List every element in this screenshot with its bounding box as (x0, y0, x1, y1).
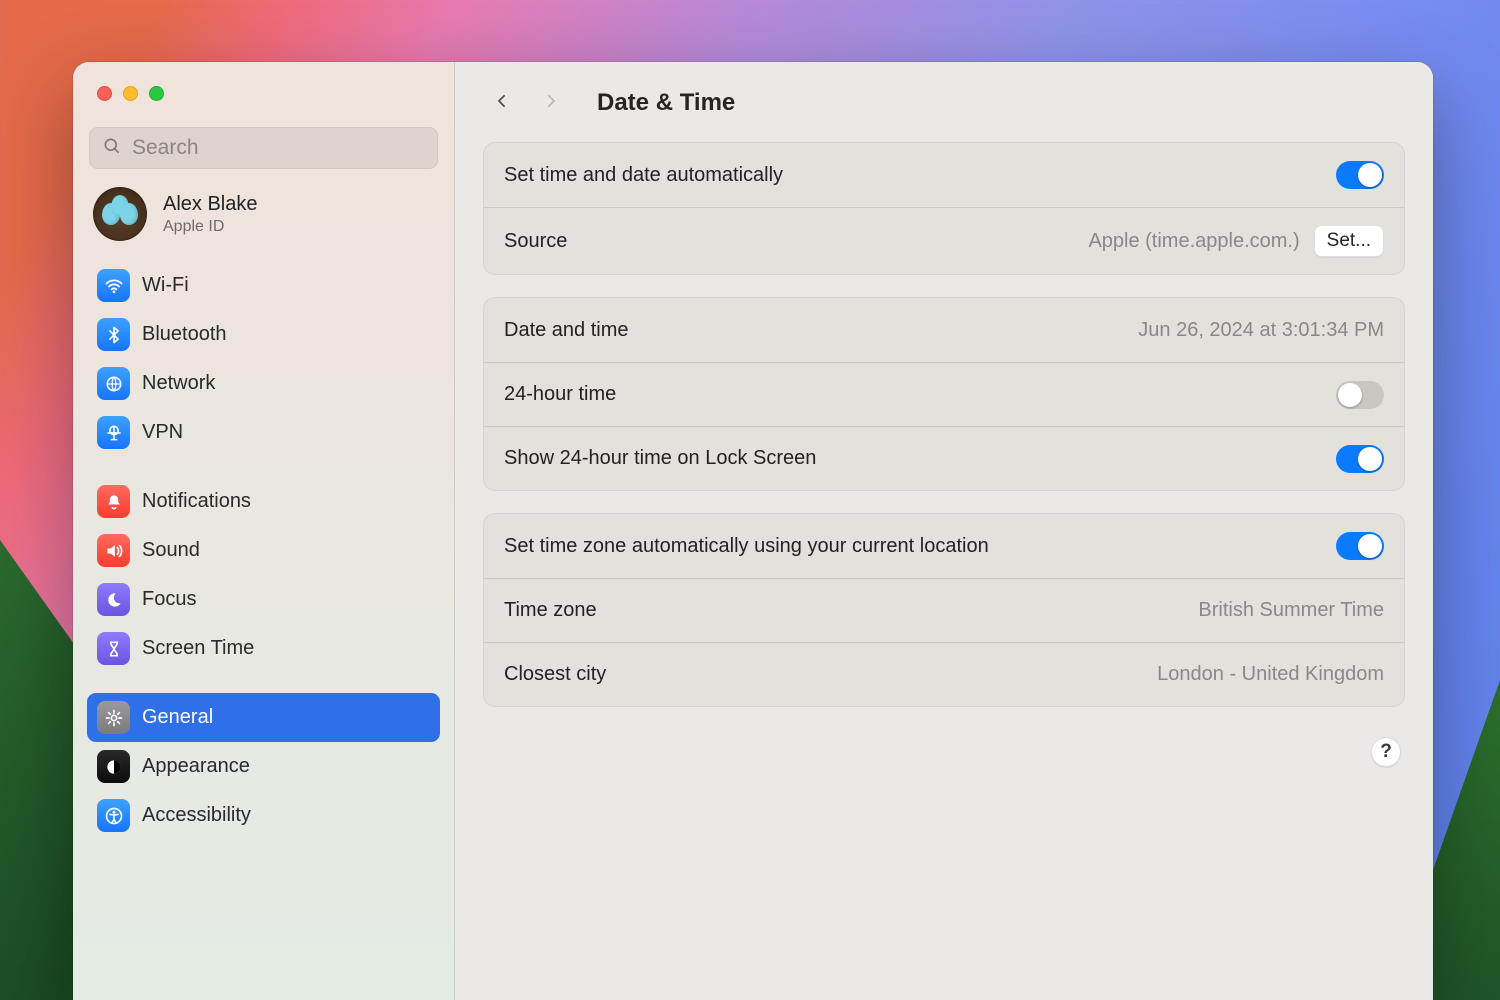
window-close-button[interactable] (97, 86, 112, 101)
sidebar-item-label: Accessibility (142, 804, 251, 827)
toggle-24h[interactable] (1336, 381, 1384, 409)
sidebar-item-label: Network (142, 372, 215, 395)
bell-icon (97, 485, 130, 518)
sidebar-item-appearance[interactable]: Appearance (87, 742, 440, 791)
sidebar-item-sound[interactable]: Sound (87, 526, 440, 575)
help-button[interactable]: ? (1371, 737, 1401, 767)
vpn-icon (97, 416, 130, 449)
sidebar-item-label: Appearance (142, 755, 250, 778)
row-label: Source (504, 230, 567, 253)
date-time-value: Jun 26, 2024 at 3:01:34 PM (1138, 319, 1384, 342)
nav-forward-button (535, 88, 565, 118)
account-row[interactable]: Alex Blake Apple ID (87, 169, 440, 247)
sidebar-item-label: Screen Time (142, 637, 254, 660)
city-value: London - United Kingdom (1157, 663, 1384, 686)
avatar (93, 187, 147, 241)
sidebar-item-network[interactable]: Network (87, 359, 440, 408)
sidebar-item-label: Focus (142, 588, 196, 611)
search-icon (102, 136, 122, 161)
sidebar-item-bluetooth[interactable]: Bluetooth (87, 310, 440, 359)
row-label: Closest city (504, 663, 606, 686)
accessibility-icon (97, 799, 130, 832)
sidebar-item-focus[interactable]: Focus (87, 575, 440, 624)
window-minimize-button[interactable] (123, 86, 138, 101)
row-source: Source Apple (time.apple.com.) Set... (484, 207, 1404, 274)
speaker-icon (97, 534, 130, 567)
topbar: Date & Time (483, 84, 1405, 142)
sidebar-item-screen-time[interactable]: Screen Time (87, 624, 440, 673)
gear-icon (97, 701, 130, 734)
row-label: Set time zone automatically using your c… (504, 535, 989, 558)
account-name: Alex Blake (163, 193, 258, 216)
wifi-icon (97, 269, 130, 302)
row-city: Closest city London - United Kingdom (484, 642, 1404, 706)
sidebar-item-label: Sound (142, 539, 200, 562)
window-traffic-lights (87, 80, 440, 101)
nav-back-button[interactable] (487, 88, 517, 118)
row-date-time: Date and time Jun 26, 2024 at 3:01:34 PM (484, 298, 1404, 362)
sidebar-item-label: VPN (142, 421, 183, 444)
sidebar-item-label: General (142, 706, 213, 729)
sidebar-item-accessibility[interactable]: Accessibility (87, 791, 440, 840)
sidebar-item-wifi[interactable]: Wi-Fi (87, 261, 440, 310)
sidebar-item-label: Wi-Fi (142, 274, 189, 297)
sidebar-item-vpn[interactable]: VPN (87, 408, 440, 457)
tz-value: British Summer Time (1198, 599, 1384, 622)
row-tz: Time zone British Summer Time (484, 578, 1404, 642)
search-input[interactable] (132, 136, 425, 160)
sidebar-item-notifications[interactable]: Notifications (87, 477, 440, 526)
account-sub: Apple ID (163, 218, 258, 236)
row-label: Date and time (504, 319, 629, 342)
sidebar-item-label: Bluetooth (142, 323, 227, 346)
source-value: Apple (time.apple.com.) (1088, 230, 1299, 253)
panel-datetime: Date and time Jun 26, 2024 at 3:01:34 PM… (483, 297, 1405, 491)
row-label: 24-hour time (504, 383, 616, 406)
panel-auto-time: Set time and date automatically Source A… (483, 142, 1405, 275)
row-24h-lock: Show 24-hour time on Lock Screen (484, 426, 1404, 490)
sidebar-search[interactable] (89, 127, 438, 169)
contrast-icon (97, 750, 130, 783)
row-auto-tz: Set time zone automatically using your c… (484, 514, 1404, 578)
sidebar-list: Wi-Fi Bluetooth Network VPN Notification… (87, 261, 440, 840)
sidebar-item-label: Notifications (142, 490, 251, 513)
row-24h: 24-hour time (484, 362, 1404, 426)
row-label: Show 24-hour time on Lock Screen (504, 447, 816, 470)
globe-icon (97, 367, 130, 400)
source-set-button[interactable]: Set... (1314, 225, 1384, 257)
sidebar: Alex Blake Apple ID Wi-Fi Bluetooth Netw… (73, 62, 455, 1000)
content-pane: Date & Time Set time and date automatica… (455, 62, 1433, 1000)
panel-timezone: Set time zone automatically using your c… (483, 513, 1405, 707)
hourglass-icon (97, 632, 130, 665)
toggle-auto-time[interactable] (1336, 161, 1384, 189)
row-auto-time: Set time and date automatically (484, 143, 1404, 207)
chevron-left-icon (494, 88, 511, 119)
row-label: Time zone (504, 599, 597, 622)
sidebar-item-general[interactable]: General (87, 693, 440, 742)
moon-icon (97, 583, 130, 616)
page-title: Date & Time (597, 89, 735, 117)
chevron-right-icon (542, 88, 559, 119)
row-label: Set time and date automatically (504, 164, 783, 187)
bluetooth-icon (97, 318, 130, 351)
window-fullscreen-button[interactable] (149, 86, 164, 101)
settings-window: Alex Blake Apple ID Wi-Fi Bluetooth Netw… (73, 62, 1433, 1000)
toggle-auto-tz[interactable] (1336, 532, 1384, 560)
toggle-24h-lock[interactable] (1336, 445, 1384, 473)
